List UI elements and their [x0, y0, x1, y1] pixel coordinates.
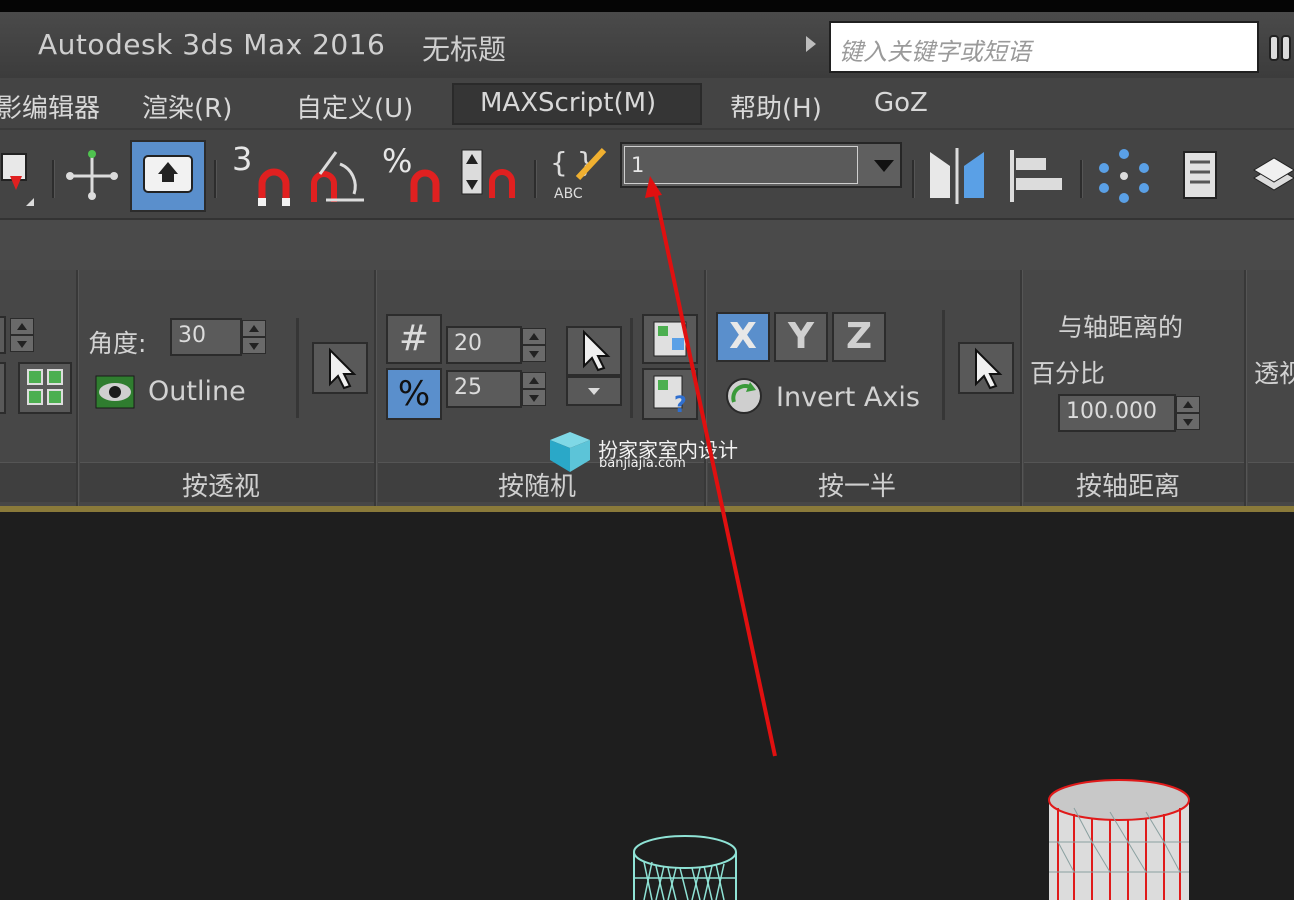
outline-label[interactable]: Outline — [148, 376, 246, 407]
window-top-edge — [0, 0, 1294, 12]
distance-label-line1: 与轴距离的 — [1058, 313, 1184, 342]
angle-field[interactable]: 30 — [170, 318, 242, 356]
distance-label-line2: 百分比 — [1030, 359, 1106, 388]
chevron-down-icon — [588, 388, 600, 395]
axis-y-button[interactable]: Y — [774, 312, 828, 362]
menu-item-maxscript[interactable]: MAXScript(M) — [480, 88, 656, 118]
main-toolbar: 3 % { } ABC 1 — [0, 128, 1294, 220]
chevron-down-icon[interactable] — [874, 160, 894, 172]
random-count-field[interactable]: 20 — [446, 326, 522, 364]
menu-item-help[interactable]: 帮助(H) — [730, 88, 822, 125]
percent-snap-icon[interactable] — [408, 166, 444, 210]
pick-button-half[interactable] — [958, 342, 1014, 394]
angle-snap-icon[interactable] — [306, 144, 366, 210]
panel-label-perspective: 按透视 — [182, 472, 261, 502]
app-title: Autodesk 3ds Max 2016 — [38, 28, 386, 61]
menu-item-rendering[interactable]: 渲染(R) — [142, 88, 232, 125]
invert-axis-icon[interactable] — [724, 376, 764, 416]
random-percent-field[interactable]: 25 — [446, 370, 522, 408]
binoculars-icon[interactable] — [1268, 30, 1294, 64]
distance-percent-field[interactable]: 100.000 — [1058, 394, 1176, 432]
panel-footer — [1248, 462, 1294, 502]
keyboard-shortcut-override-button[interactable] — [130, 140, 206, 212]
question-icon: ? — [653, 375, 687, 418]
align-icon[interactable] — [1008, 148, 1070, 208]
partial-perspective-label: 透视 — [1254, 359, 1294, 388]
svg-text:ABC: ABC — [554, 186, 583, 202]
select-objects-button[interactable] — [642, 314, 698, 364]
search-input[interactable]: 键入关键字或短语 — [829, 21, 1259, 73]
panel-footer — [0, 462, 76, 502]
spinner-up-icon[interactable] — [1176, 396, 1200, 413]
spinner-up-icon[interactable] — [10, 318, 34, 335]
pick-button-random[interactable] — [566, 326, 622, 376]
perspective-viewport[interactable] — [0, 512, 1294, 900]
panel-label-half: 按一半 — [818, 472, 897, 502]
mirror-icon[interactable] — [926, 146, 988, 206]
spinner-down-icon[interactable] — [242, 337, 266, 354]
spinner-down-icon[interactable] — [10, 335, 34, 352]
axis-z-button[interactable]: Z — [832, 312, 886, 362]
menu-bar: 影编辑器 渲染(R) 自定义(U) MAXScript(M) 帮助(H) GoZ — [0, 78, 1294, 128]
layers-icon[interactable] — [1250, 148, 1294, 206]
ribbon-tab-strip — [0, 220, 1294, 270]
grid-icon — [27, 369, 63, 405]
large-cylinder-object — [1048, 779, 1190, 900]
search-expand-icon[interactable] — [806, 36, 816, 52]
partial-spinner-field[interactable] — [0, 316, 6, 354]
spinner-up-icon[interactable] — [522, 328, 546, 345]
spinner-snap-icon[interactable] — [458, 146, 522, 206]
spinner-up-icon[interactable] — [522, 372, 546, 389]
select-list-icon — [653, 321, 687, 357]
grid-view-button[interactable] — [18, 362, 72, 414]
invert-axis-label[interactable]: Invert Axis — [776, 382, 920, 413]
snap-3d-label: 3 — [232, 140, 253, 178]
angle-label: 角度: — [88, 329, 147, 358]
watermark-logo — [550, 432, 590, 472]
override-icon — [143, 155, 193, 193]
spinner-up-icon[interactable] — [242, 320, 266, 337]
random-count-button[interactable]: # — [386, 314, 442, 364]
cursor-arrow-icon — [975, 347, 1003, 390]
cursor-arrow-icon — [583, 329, 611, 372]
edit-named-selection-icon[interactable]: { } ABC — [548, 144, 610, 206]
svg-text:?: ? — [674, 393, 687, 418]
place-icon[interactable] — [0, 148, 40, 208]
viewport-scene — [633, 779, 1190, 900]
pivot-icon[interactable] — [64, 146, 120, 206]
snaps-toggle-icon[interactable] — [254, 166, 294, 210]
select-help-button[interactable]: ? — [642, 368, 698, 420]
watermark-url: banjiajia.com — [599, 456, 686, 471]
pick-dropdown-button[interactable] — [566, 376, 622, 406]
menu-item-goz[interactable]: GoZ — [874, 88, 928, 118]
small-cylinder-object — [633, 835, 737, 900]
layer-explorer-icon[interactable] — [1180, 148, 1220, 208]
pick-button-perspective[interactable] — [312, 342, 368, 394]
spinner-down-icon[interactable] — [1176, 413, 1200, 430]
document-title: 无标题 — [422, 33, 507, 66]
partial-button[interactable] — [0, 362, 6, 414]
menu-item-video-editor[interactable]: 影编辑器 — [0, 88, 100, 125]
named-selection-field[interactable]: 1 — [624, 146, 858, 184]
axis-x-button[interactable]: X — [716, 312, 770, 362]
eye-icon[interactable] — [94, 374, 136, 410]
panel-label-distance: 按轴距离 — [1076, 472, 1181, 502]
svg-text:{ }: { } — [550, 146, 595, 179]
scene-explorer-icon[interactable] — [1094, 146, 1160, 208]
spinner-down-icon[interactable] — [522, 345, 546, 362]
menu-item-customize[interactable]: 自定义(U) — [296, 88, 413, 125]
spinner-down-icon[interactable] — [522, 389, 546, 406]
random-percent-button[interactable]: % — [386, 368, 442, 420]
cursor-arrow-icon — [329, 347, 357, 390]
